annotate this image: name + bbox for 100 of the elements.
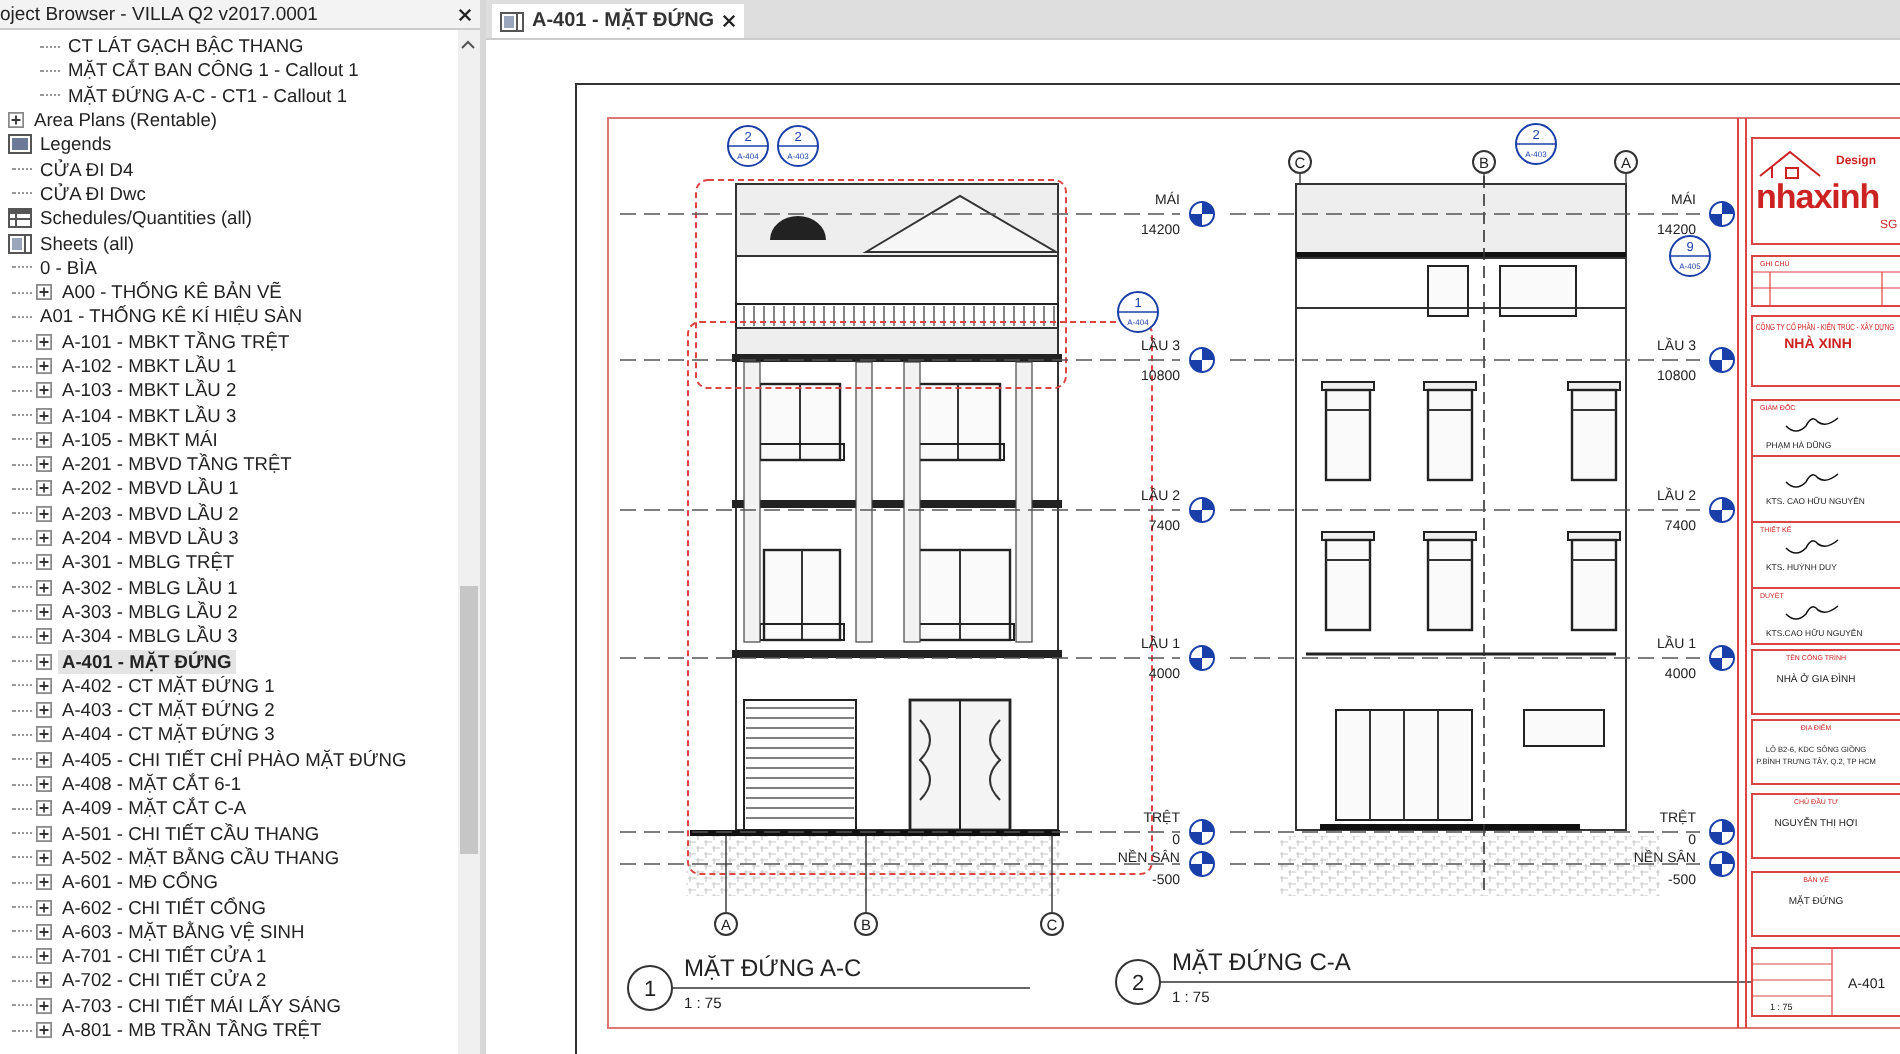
expand-icon[interactable] <box>36 579 52 596</box>
callout-bubble-icon <box>1515 123 1557 165</box>
logo-wordmark: nhaxinh <box>1756 178 1880 216</box>
expand-icon[interactable] <box>36 849 52 866</box>
tree-item[interactable]: A-105 - MBKT MÁI <box>58 427 222 452</box>
expand-icon[interactable] <box>36 677 52 694</box>
view-title: MẶT ĐỨNG A-C <box>684 954 862 982</box>
expand-icon[interactable] <box>36 800 52 817</box>
expand-icon[interactable] <box>36 997 52 1014</box>
tree-item[interactable]: A-103 - MBKT LẦU 2 <box>58 378 241 403</box>
tree-item[interactable]: A-301 - MBLG TRỆT <box>58 550 239 575</box>
expand-icon[interactable] <box>36 874 52 891</box>
tree-item[interactable]: A-701 - CHI TIẾT CỬA 1 <box>58 944 271 969</box>
expand-icon[interactable] <box>36 480 52 497</box>
expand-icon[interactable] <box>36 776 52 793</box>
expand-icon[interactable] <box>8 112 24 129</box>
legend-icon <box>8 134 32 155</box>
scrollbar[interactable] <box>458 30 480 1054</box>
tree-item[interactable]: A-302 - MBLG LẦU 1 <box>58 575 242 600</box>
tree-item[interactable]: A-101 - MBKT TẦNG TRỆT <box>58 329 294 354</box>
expand-icon[interactable] <box>36 825 52 842</box>
scrollbar-thumb[interactable] <box>460 586 478 854</box>
tree-item[interactable]: A01 - THỐNG KÊ KÍ HIỆU SÀN <box>36 304 307 329</box>
expand-icon[interactable] <box>36 603 52 620</box>
expand-icon[interactable] <box>36 702 52 719</box>
tree-item[interactable]: MẶT CẮT BAN CÔNG 1 - Callout 1 <box>64 58 363 83</box>
tree-item[interactable]: MẶT ĐỨNG A-C - CT1 - Callout 1 <box>64 83 351 108</box>
tree-item[interactable]: 0 - BÌA <box>36 255 101 280</box>
tree-item[interactable]: A-409 - MẶT CẮT C-A <box>58 796 251 821</box>
callout-bubble-icon <box>1117 291 1159 333</box>
tree-item[interactable]: A-602 - CHI TIẾT CỔNG <box>58 895 270 920</box>
view-title: MẶT ĐỨNG C-A <box>1172 948 1351 976</box>
tree-item[interactable]: Area Plans (Rentable) <box>30 108 221 133</box>
tree-item[interactable]: A-401 - MẶT ĐỨNG <box>58 649 236 674</box>
expand-icon[interactable] <box>36 431 52 448</box>
house-logo-icon <box>1759 150 1821 179</box>
tree-item[interactable]: Legends <box>36 132 116 157</box>
tree-item[interactable]: CỬA ĐI D4 <box>36 157 138 182</box>
expand-icon[interactable] <box>36 923 52 940</box>
tree-item[interactable]: A-408 - MẶT CẮT 6-1 <box>58 772 246 797</box>
tree-item[interactable]: A-502 - MẶT BẰNG CẦU THANG <box>58 845 344 870</box>
expand-icon[interactable] <box>36 456 52 473</box>
tree-item[interactable]: Schedules/Quantities (all) <box>36 206 256 231</box>
expand-icon[interactable] <box>36 505 52 522</box>
panel-title: oject Browser - VILLA Q2 v2017.0001 <box>0 3 318 25</box>
expand-icon[interactable] <box>36 530 52 547</box>
expand-icon[interactable] <box>36 726 52 743</box>
grid-line <box>725 835 727 913</box>
tree-item[interactable]: A-404 - CT MẶT ĐỨNG 3 <box>58 722 279 747</box>
tree-item[interactable]: A-405 - CHI TIẾT CHỈ PHÀO MẶT ĐỨNG <box>58 747 411 772</box>
expand-icon[interactable] <box>36 554 52 571</box>
close-icon[interactable] <box>458 7 472 21</box>
grid-line <box>865 835 867 913</box>
expand-icon[interactable] <box>36 407 52 424</box>
expand-icon[interactable] <box>36 382 52 399</box>
expand-icon[interactable] <box>36 358 52 374</box>
tree-item[interactable]: A-304 - MBLG LẦU 3 <box>58 624 242 649</box>
grid-line <box>1625 173 1627 185</box>
tree-item[interactable]: A-703 - CHI TIẾT MÁI LẤY SÁNG <box>58 993 345 1018</box>
expand-icon[interactable] <box>36 284 52 301</box>
callout-bubble-icon <box>777 125 819 167</box>
expand-icon[interactable] <box>36 1022 52 1039</box>
tree-item[interactable]: CT LÁT GẠCH BẬC THANG <box>64 34 308 59</box>
close-icon[interactable] <box>722 14 737 28</box>
signature-drawing <box>1785 417 1839 432</box>
tree-item[interactable]: A-601 - MĐ CỔNG <box>58 870 223 895</box>
tree-item[interactable]: A-402 - CT MẶT ĐỨNG 1 <box>58 673 279 698</box>
signature-drawing <box>1785 539 1839 554</box>
expand-icon[interactable] <box>36 948 52 965</box>
expand-icon[interactable] <box>36 653 52 670</box>
grid-line <box>1051 835 1053 913</box>
callout-bubble-icon <box>727 125 769 167</box>
expand-icon[interactable] <box>36 899 52 916</box>
tree-item[interactable]: A-201 - MBVD TẦNG TRỆT <box>58 452 296 477</box>
callout-bubble-icon <box>1669 235 1711 277</box>
tree-item[interactable]: A-202 - MBVD LẦU 1 <box>58 476 243 501</box>
sheet-icon <box>500 11 524 31</box>
view-tab[interactable]: A-401 - MẶT ĐỨNG <box>492 4 745 38</box>
tree-item[interactable]: A-403 - CT MẶT ĐỨNG 2 <box>58 698 279 723</box>
expand-icon[interactable] <box>36 628 52 645</box>
signature-drawing <box>1785 473 1839 488</box>
view-number: 1 <box>643 978 657 1002</box>
tree-item[interactable]: A-603 - MẶT BẰNG VỆ SINH <box>58 919 309 944</box>
tree-item[interactable]: A-702 - CHI TIẾT CỬA 2 <box>58 968 271 993</box>
tree-item[interactable]: A-203 - MBVD LẦU 2 <box>58 501 243 526</box>
tree-item[interactable]: CỬA ĐI Dwc <box>36 181 150 206</box>
expand-icon[interactable] <box>36 333 52 350</box>
scroll-up-icon[interactable] <box>460 40 476 50</box>
tree-item[interactable]: A-204 - MBVD LẦU 3 <box>58 526 243 551</box>
tree-item[interactable]: A-104 - MBKT LẦU 3 <box>58 403 241 428</box>
expand-icon[interactable] <box>36 972 52 989</box>
tree-item[interactable]: A00 - THỐNG KÊ BẢN VẼ <box>58 280 286 305</box>
tree-item[interactable]: A-102 - MBKT LẦU 1 <box>58 354 241 378</box>
tree-item[interactable]: A-801 - MB TRẦN TẦNG TRỆT <box>58 1018 326 1043</box>
tree-item[interactable]: A-303 - MBLG LẦU 2 <box>58 599 242 624</box>
tree-item[interactable]: A-501 - CHI TIẾT CẦU THANG <box>58 821 324 846</box>
expand-icon[interactable] <box>36 751 52 768</box>
sheet-icon <box>8 233 32 254</box>
tree-item[interactable]: Sheets (all) <box>36 231 139 256</box>
grid-line <box>1299 173 1301 185</box>
